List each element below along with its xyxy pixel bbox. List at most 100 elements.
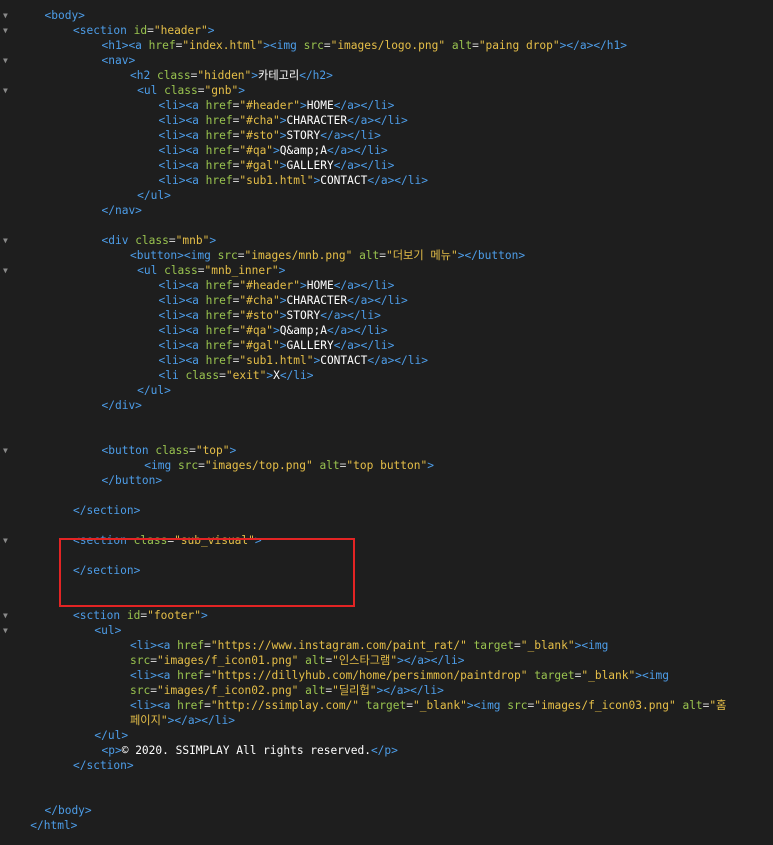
code-line[interactable]: ▼ <ul class="gnb"> — [0, 83, 773, 98]
code-editor[interactable]: ▼ <body> ▼ <section id="header"> <h1><a href… — [0, 0, 773, 845]
code-line[interactable]: <h1><a href="index.html"><img src="image… — [0, 38, 773, 53]
code-line[interactable] — [0, 413, 773, 428]
code-token: href — [205, 114, 233, 127]
code-line[interactable]: ▼ <section id="header"> — [0, 23, 773, 38]
code-line[interactable]: ▼ <ul class="mnb_inner"> — [0, 263, 773, 278]
code-text: </button> — [102, 473, 163, 488]
chevron-down-icon[interactable]: ▼ — [3, 8, 13, 23]
code-line[interactable]: <li><a href="sub1.html">CONTACT</a></li> — [0, 173, 773, 188]
code-line[interactable]: </ul> — [0, 188, 773, 203]
code-line[interactable]: <li><a href="https://www.instagram.com/p… — [0, 638, 773, 653]
code-line[interactable]: <li class="exit">X</li> — [0, 368, 773, 383]
code-token: <div — [101, 234, 136, 247]
code-token: <ul — [137, 84, 165, 97]
code-token: src — [217, 249, 238, 262]
code-line[interactable]: <img src="images/top.png" alt="top butto… — [0, 458, 773, 473]
chevron-down-icon[interactable]: ▼ — [3, 623, 13, 638]
code-token: "#qa" — [239, 144, 274, 157]
code-line[interactable]: <h2 class="hidden">카테고리</h2> — [0, 68, 773, 83]
chevron-down-icon[interactable]: ▼ — [3, 53, 13, 68]
code-token: href — [205, 159, 233, 172]
code-line[interactable]: <li><a href="#cha">CHARACTER</a></li> — [0, 113, 773, 128]
code-token: "hidden" — [197, 69, 252, 82]
code-line[interactable]: <li><a href="#gal">GALLERY</a></li> — [0, 338, 773, 353]
code-line[interactable]: <li><a href="#qa">Q&amp;A</a></li> — [0, 143, 773, 158]
code-token: > — [273, 144, 280, 157]
code-token: alt — [305, 654, 326, 667]
code-token: = — [189, 444, 196, 457]
chevron-down-icon[interactable]: ▼ — [3, 83, 13, 98]
code-text: <li><a href="https://dillyhub.com/home/p… — [130, 668, 669, 683]
code-line[interactable]: ▼ <sction id="footer"> — [0, 608, 773, 623]
code-line[interactable]: </nav> — [0, 203, 773, 218]
chevron-down-icon[interactable]: ▼ — [3, 23, 13, 38]
code-line[interactable]: </ul> — [0, 728, 773, 743]
code-token: alt — [359, 249, 380, 262]
code-line[interactable]: <li><a href="#sto">STORY</a></li> — [0, 128, 773, 143]
code-token: alt — [451, 39, 473, 52]
code-token: <li><a — [158, 279, 206, 292]
code-token: alt — [305, 684, 326, 697]
code-line[interactable]: src="images/f_icon02.png" alt="딜리헙"></a>… — [0, 683, 773, 698]
chevron-down-icon[interactable]: ▼ — [3, 443, 13, 458]
code-line[interactable]: <li><a href="#qa">Q&amp;A</a></li> — [0, 323, 773, 338]
code-line[interactable]: ▼ <div class="mnb"> — [0, 233, 773, 248]
code-token: class — [156, 69, 191, 82]
code-line[interactable]: <li><a href="#header">HOME</a></li> — [0, 98, 773, 113]
code-line[interactable] — [0, 488, 773, 503]
code-token: target — [365, 699, 407, 712]
chevron-down-icon[interactable]: ▼ — [3, 263, 13, 278]
code-line[interactable]: <li><a href="#header">HOME</a></li> — [0, 278, 773, 293]
code-line[interactable]: <li><a href="https://dillyhub.com/home/p… — [0, 668, 773, 683]
code-line[interactable]: <li><a href="#cha">CHARACTER</a></li> — [0, 293, 773, 308]
code-line[interactable]: <p>© 2020. SSIMPLAY All rights reserved.… — [0, 743, 773, 758]
chevron-down-icon[interactable]: ▼ — [3, 533, 13, 548]
code-text: 페이지"></a></li> — [130, 713, 235, 728]
code-token: class — [135, 234, 169, 247]
code-token: "_blank" — [412, 699, 467, 712]
code-line[interactable]: 페이지"></a></li> — [0, 713, 773, 728]
code-token: "mnb_inner" — [204, 264, 279, 277]
code-line[interactable] — [0, 788, 773, 803]
code-line[interactable]: </section> — [0, 503, 773, 518]
code-token: <nav> — [101, 54, 136, 67]
code-line[interactable]: </sction> — [0, 758, 773, 773]
code-line[interactable] — [0, 773, 773, 788]
code-line[interactable]: </body> — [0, 803, 773, 818]
code-token: = — [513, 639, 521, 652]
code-line[interactable]: <li><a href="#gal">GALLERY</a></li> — [0, 158, 773, 173]
code-line[interactable]: ▼ <nav> — [0, 53, 773, 68]
code-line[interactable]: </button> — [0, 473, 773, 488]
code-token: href — [205, 129, 233, 142]
code-line[interactable]: </ul> — [0, 383, 773, 398]
chevron-down-icon[interactable]: ▼ — [3, 608, 13, 623]
code-line[interactable] — [0, 518, 773, 533]
code-line[interactable] — [0, 218, 773, 233]
code-token: "http://ssimplay.com/" — [210, 699, 360, 712]
code-token: "images/f_icon01.png" — [156, 654, 299, 667]
code-token: src — [303, 39, 324, 52]
code-line[interactable]: ▼ <ul> — [0, 623, 773, 638]
code-token: <li><a — [158, 159, 206, 172]
code-line[interactable]: </html> — [0, 818, 773, 833]
code-line[interactable]: <li><a href="#sto">STORY</a></li> — [0, 308, 773, 323]
code-token: "홈 — [709, 699, 727, 712]
code-token: = — [147, 24, 154, 37]
chevron-down-icon[interactable]: ▼ — [3, 233, 13, 248]
code-text: <ul> — [94, 623, 121, 638]
code-token: CONTACT — [320, 174, 368, 187]
code-line[interactable]: </div> — [0, 398, 773, 413]
code-token: src — [130, 684, 151, 697]
code-line[interactable]: <button><img src="images/mnb.png" alt="더… — [0, 248, 773, 263]
code-line[interactable]: src="images/f_icon01.png" alt="인스타그램"></… — [0, 653, 773, 668]
code-line[interactable]: ▼ <body> — [0, 8, 773, 23]
code-line[interactable] — [0, 428, 773, 443]
code-token: "딜리헙" — [332, 684, 377, 697]
code-token: = — [198, 459, 205, 472]
code-token: href — [205, 279, 233, 292]
code-line[interactable]: <li><a href="sub1.html">CONTACT</a></li> — [0, 353, 773, 368]
code-text: <li><a href="#sto">STORY</a></li> — [159, 308, 381, 323]
code-line[interactable]: ▼ <button class="top"> — [0, 443, 773, 458]
code-line[interactable]: <li><a href="http://ssimplay.com/" targe… — [0, 698, 773, 713]
